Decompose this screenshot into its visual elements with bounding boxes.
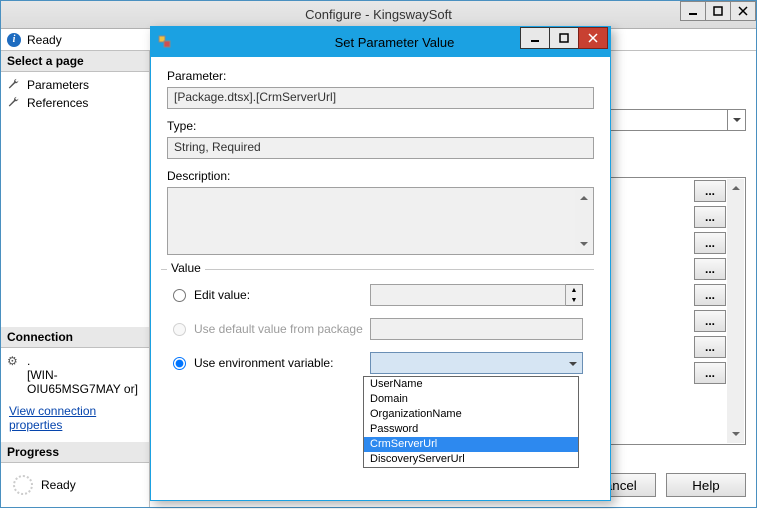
ellipsis-button[interactable]: ... (694, 258, 726, 280)
use-env-var-row: Use environment variable: (167, 350, 594, 376)
type-value-field: String, Required (167, 137, 594, 159)
description-label: Description: (167, 169, 594, 183)
server-icon: ⚙ (7, 354, 21, 368)
edit-value-radio[interactable] (173, 289, 186, 302)
use-default-radio (173, 323, 186, 336)
progress-header: Progress (1, 442, 149, 463)
wrench-icon (7, 78, 21, 92)
use-default-label: Use default value from package (194, 322, 370, 336)
sidebar: Select a page Parameters References Conn… (1, 51, 150, 507)
modal-maximize-button[interactable] (549, 27, 579, 49)
spin-down-icon[interactable]: ▼ (566, 295, 582, 305)
env-option[interactable]: OrganizationName (364, 407, 578, 422)
connection-header: Connection (1, 327, 149, 348)
connection-detail: [WIN-OIU65MSG7MAY or] (27, 368, 143, 396)
chevron-down-icon (564, 356, 582, 370)
description-textarea (167, 187, 594, 255)
scrollbar[interactable] (727, 179, 744, 443)
sidebar-item-label: References (27, 96, 88, 110)
ellipsis-button[interactable]: ... (694, 310, 726, 332)
ellipsis-button[interactable]: ... (694, 284, 726, 306)
env-option[interactable]: Password (364, 422, 578, 437)
ellipsis-button[interactable]: ... (694, 232, 726, 254)
status-text: Ready (27, 33, 62, 47)
ellipsis-button[interactable]: ... (694, 206, 726, 228)
modal-close-button[interactable] (578, 27, 608, 49)
default-value-display (370, 318, 583, 340)
parameter-label: Parameter: (167, 69, 594, 83)
modal-app-icon (157, 34, 173, 50)
use-default-row: Use default value from package (167, 316, 594, 342)
sidebar-item-references[interactable]: References (5, 94, 145, 112)
ellipsis-button[interactable]: ... (694, 362, 726, 384)
help-button[interactable]: Help (666, 473, 746, 497)
sidebar-item-label: Parameters (27, 78, 89, 92)
connection-host: . (27, 354, 143, 368)
type-label: Type: (167, 119, 594, 133)
edit-value-input[interactable] (370, 284, 566, 306)
scrollbar[interactable] (575, 189, 592, 253)
edit-value-spinner[interactable]: ▲ ▼ (566, 284, 583, 306)
edit-value-label[interactable]: Edit value: (194, 288, 370, 302)
view-connection-properties-link[interactable]: View connection properties (5, 398, 145, 438)
modal-titlebar[interactable]: Set Parameter Value (151, 27, 610, 57)
main-minimize-button[interactable] (680, 1, 706, 21)
scroll-up-icon[interactable] (727, 179, 744, 196)
connection-item[interactable]: ⚙ . [WIN-OIU65MSG7MAY or] (5, 352, 145, 398)
scroll-up-icon[interactable] (575, 189, 592, 206)
scroll-down-icon[interactable] (575, 236, 592, 253)
scroll-down-icon[interactable] (727, 426, 744, 443)
set-parameter-value-dialog: Set Parameter Value Parameter: [Package.… (150, 26, 611, 501)
value-legend: Value (167, 261, 205, 275)
wrench-icon (7, 96, 21, 110)
use-env-var-radio[interactable] (173, 357, 186, 370)
main-titlebar: Configure - KingswaySoft (1, 1, 756, 29)
spin-up-icon[interactable]: ▲ (566, 285, 582, 295)
env-option[interactable]: DiscoveryServerUrl (364, 452, 578, 467)
env-var-combo[interactable] (370, 352, 583, 374)
sidebar-item-parameters[interactable]: Parameters (5, 76, 145, 94)
ellipsis-button[interactable]: ... (694, 180, 726, 202)
progress-label: Ready (41, 478, 76, 492)
env-var-dropdown-list[interactable]: UserNameDomainOrganizationNamePasswordCr… (363, 376, 579, 468)
chevron-down-icon[interactable] (727, 110, 745, 130)
env-option[interactable]: Domain (364, 392, 578, 407)
main-maximize-button[interactable] (705, 1, 731, 21)
progress-spinner-icon (13, 475, 33, 495)
select-page-header: Select a page (1, 51, 149, 72)
env-option[interactable]: CrmServerUrl (364, 437, 578, 452)
edit-value-row: Edit value: ▲ ▼ (167, 282, 594, 308)
ellipsis-button[interactable]: ... (694, 336, 726, 358)
info-icon: i (7, 33, 21, 47)
modal-minimize-button[interactable] (520, 27, 550, 49)
main-close-button[interactable] (730, 1, 756, 21)
use-env-var-label[interactable]: Use environment variable: (194, 356, 370, 370)
main-title: Configure - KingswaySoft (1, 7, 756, 22)
env-option[interactable]: UserName (364, 377, 578, 392)
parameter-value-field: [Package.dtsx].[CrmServerUrl] (167, 87, 594, 109)
